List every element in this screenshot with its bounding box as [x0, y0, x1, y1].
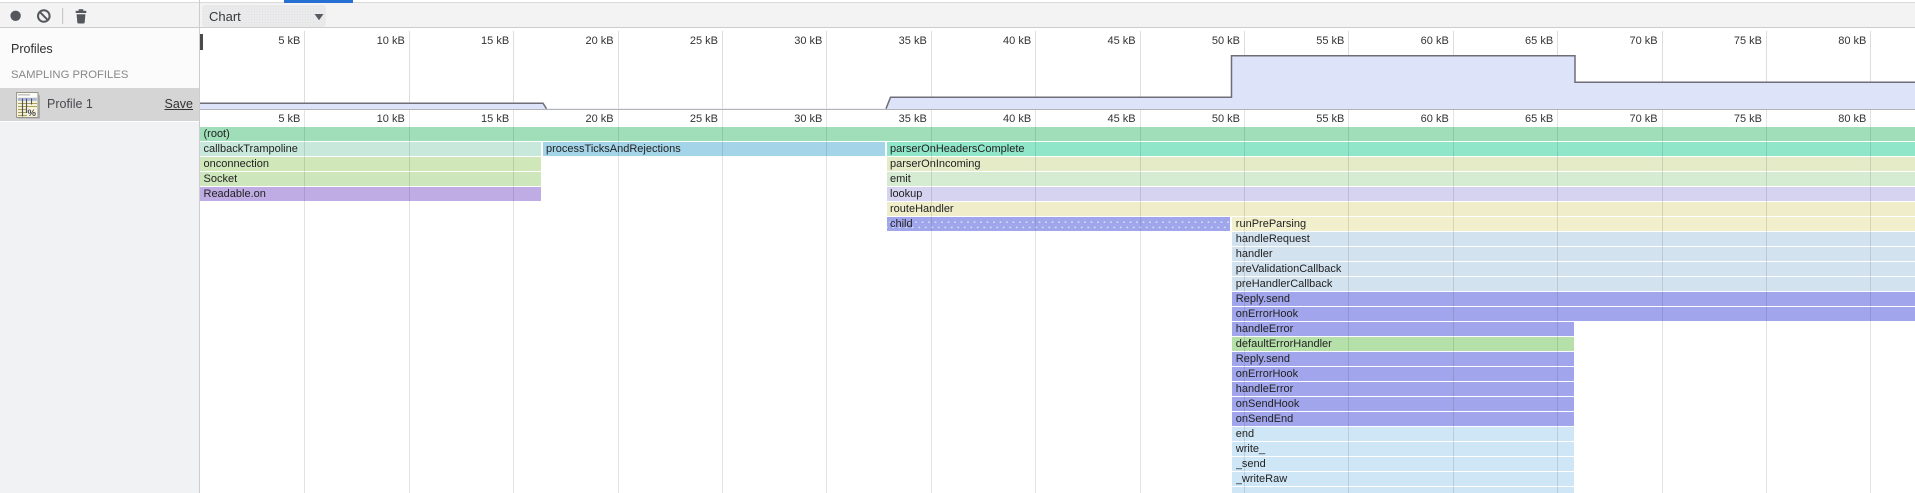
svg-text:%: % [28, 108, 37, 119]
